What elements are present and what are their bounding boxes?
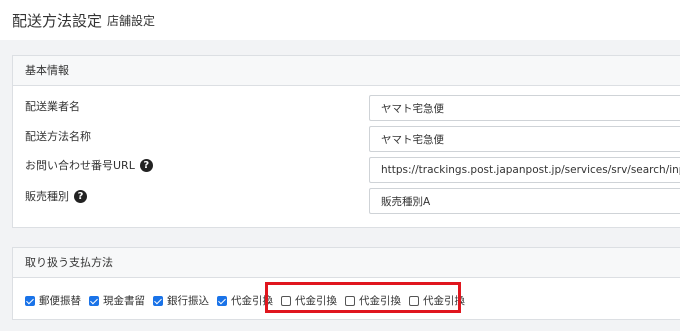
page-subtitle: 店舗設定 [107, 14, 156, 28]
question-circle-icon[interactable]: ? [139, 158, 153, 172]
basic-info-title: 基本情報 [13, 56, 680, 86]
tracking-url-input[interactable] [369, 157, 680, 183]
carrier-name-input[interactable] [369, 95, 680, 121]
page-title: 配送方法設定 [12, 12, 103, 30]
payment-option-label: 銀行振込 [167, 295, 209, 307]
page-header: 配送方法設定 店舗設定 [0, 0, 680, 40]
tracking-url-label: お問い合わせ番号URL ? [25, 157, 153, 173]
carrier-name-label-text: 配送業者名 [25, 100, 80, 113]
carrier-name-label: 配送業者名 [25, 98, 80, 114]
delivery-method-name-label-text: 配送方法名称 [25, 130, 91, 143]
tracking-url-label-text: お問い合わせ番号URL [25, 159, 135, 172]
highlight-annotation-box [265, 282, 461, 313]
sales-type-label-text: 販売種別 [25, 190, 69, 203]
checkbox-checked[interactable] [89, 295, 99, 306]
payment-option-bank-transfer[interactable]: 銀行振込 [153, 293, 209, 308]
basic-info-card: 基本情報 配送業者名 配送方法名称 お問い合わせ番号URL ? 販売種別 ? [12, 55, 680, 228]
checkbox-checked[interactable] [217, 295, 227, 306]
payment-option-label: 郵便振替 [39, 295, 81, 307]
delivery-method-name-input[interactable] [369, 126, 680, 152]
payment-option-label: 現金書留 [103, 295, 145, 307]
payment-methods-title: 取り扱う支払方法 [13, 248, 680, 278]
question-circle-icon[interactable]: ? [74, 189, 87, 203]
sales-type-label: 販売種別 ? [25, 188, 87, 204]
checkbox-checked[interactable] [153, 295, 163, 306]
sales-type-input[interactable] [369, 188, 680, 214]
checkbox-checked[interactable] [25, 295, 35, 306]
payment-option-cash-registered-mail[interactable]: 現金書留 [89, 293, 145, 308]
payment-option-postal-transfer[interactable]: 郵便振替 [25, 293, 81, 308]
delivery-method-name-label: 配送方法名称 [25, 128, 91, 144]
